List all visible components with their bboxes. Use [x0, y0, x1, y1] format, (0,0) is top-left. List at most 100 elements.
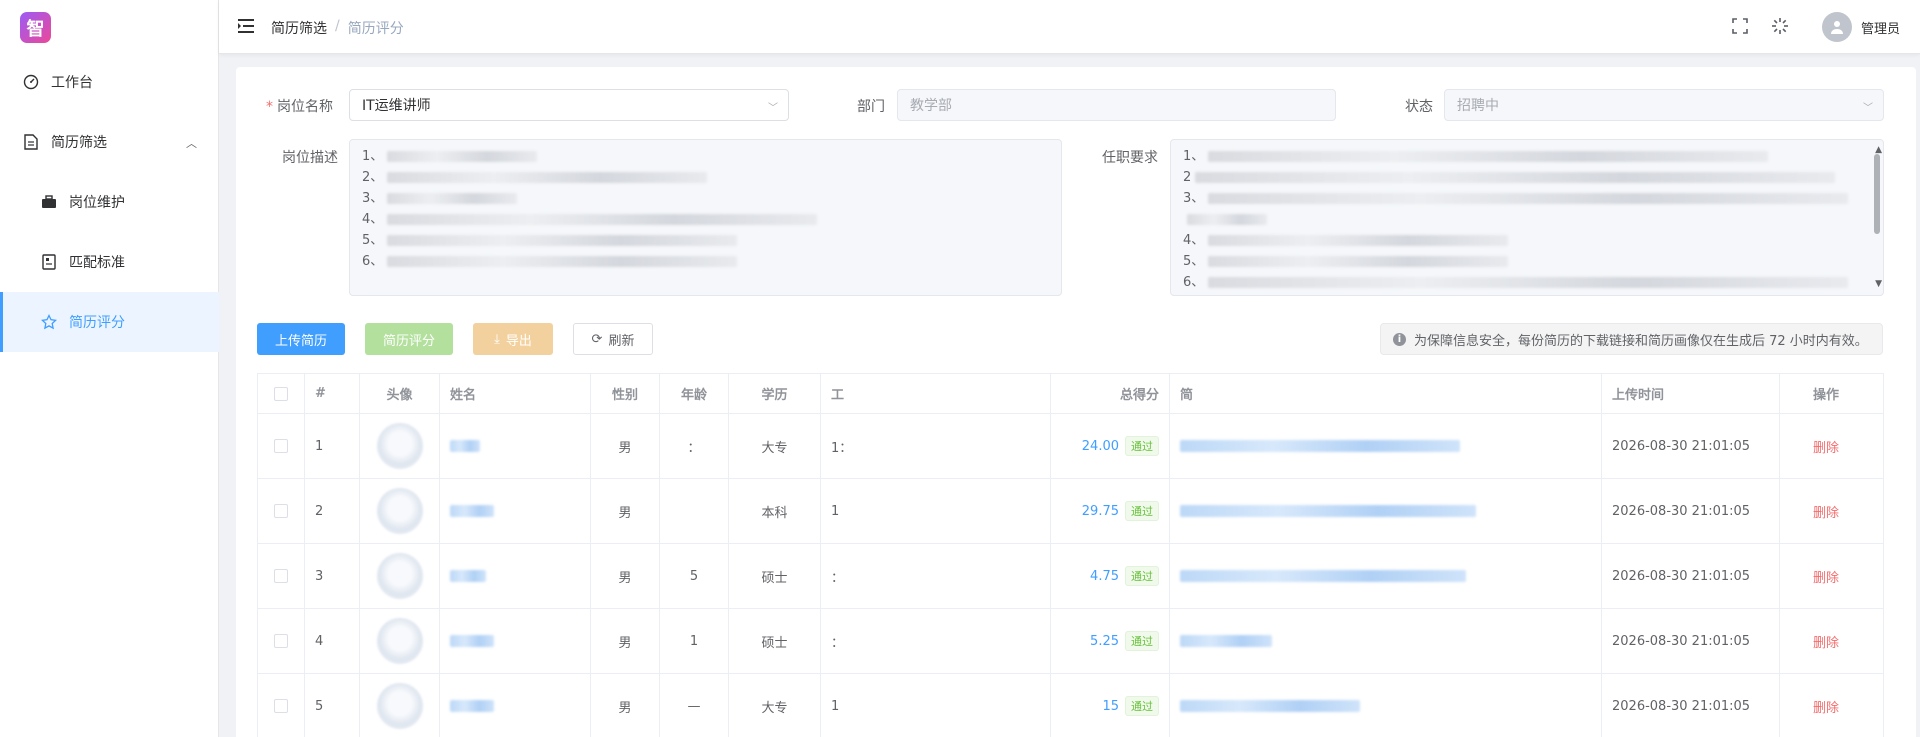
- resume-link[interactable]: [1170, 544, 1602, 608]
- row-index: 3: [305, 544, 360, 608]
- resume-link[interactable]: [1170, 609, 1602, 673]
- checklist-icon: [40, 253, 58, 271]
- loading-spinner-icon[interactable]: [1771, 17, 1791, 37]
- header-comment: 简: [1170, 374, 1602, 413]
- upload-time: 2026-08-30 21:01:05: [1602, 674, 1780, 737]
- row-checkbox[interactable]: [258, 609, 305, 673]
- avatar[interactable]: [360, 544, 440, 608]
- chevron-down-icon: ﹀: [1863, 103, 1873, 114]
- resume-table: # 头像 姓名 性别 年龄 学历 工 总得分 简 上传时间 操作 1 男 ： 大…: [257, 373, 1884, 737]
- candidate-name[interactable]: [440, 544, 591, 608]
- table-row: 3 男 5 硕士 ： 4.75 通过 2026-08-30 21:01:05 删除: [258, 544, 1883, 609]
- user-name[interactable]: 管理员: [1861, 18, 1900, 37]
- status-badge: 通过: [1125, 501, 1159, 521]
- status-badge: 通过: [1125, 631, 1159, 651]
- avatar[interactable]: [360, 414, 440, 478]
- row-index: 5: [305, 674, 360, 737]
- work-years: ：: [821, 544, 1051, 608]
- position-select-value: IT运维讲师: [362, 98, 431, 114]
- header-age: 年龄: [660, 374, 729, 413]
- breadcrumb-current: 简历评分: [347, 21, 404, 37]
- refresh-icon: ⟳: [591, 331, 603, 347]
- breadcrumb: 简历筛选 / 简历评分: [271, 18, 404, 38]
- menu-toggle-icon[interactable]: [237, 17, 255, 35]
- sidebar-item-label: 岗位维护: [69, 195, 125, 211]
- breadcrumb-separator: /: [335, 18, 340, 34]
- gender: 男: [591, 414, 660, 478]
- candidate-name[interactable]: [440, 479, 591, 543]
- position-label: * 岗位名称: [266, 99, 333, 115]
- row-checkbox[interactable]: [258, 674, 305, 737]
- scrollbar[interactable]: [1874, 154, 1880, 234]
- sidebar-item-workbench[interactable]: 工作台: [0, 52, 219, 112]
- export-button: ⤓ 导出: [473, 323, 553, 355]
- fullscreen-icon[interactable]: [1731, 17, 1751, 37]
- requirements-textarea[interactable]: 1、 2 3、 4、 5、 6、 ▲ ▼: [1170, 139, 1884, 296]
- upload-resume-label: 上传简历: [274, 333, 327, 349]
- sidebar-item-resume-screening[interactable]: 简历筛选 ︿: [0, 112, 219, 172]
- row-index: 4: [305, 609, 360, 673]
- candidate-name[interactable]: [440, 674, 591, 737]
- resume-link[interactable]: [1170, 674, 1602, 737]
- row-checkbox[interactable]: [258, 544, 305, 608]
- top-header: 简历筛选 / 简历评分 管理员: [219, 0, 1920, 54]
- work-years: 1: [821, 674, 1051, 737]
- upload-time: 2026-08-30 21:01:05: [1602, 609, 1780, 673]
- row-checkbox[interactable]: [258, 479, 305, 543]
- refresh-button[interactable]: ⟳ 刷新: [573, 323, 653, 355]
- upload-resume-button[interactable]: 上传简历: [257, 323, 345, 355]
- avatar[interactable]: [360, 674, 440, 737]
- sidebar: 智 工作台 简历筛选 ︿ 岗位维护 匹配标准 简历评分: [0, 0, 219, 737]
- app-logo[interactable]: 智: [20, 12, 51, 43]
- export-label: 导出: [505, 333, 532, 349]
- header-upload-time[interactable]: 上传时间: [1602, 374, 1780, 413]
- security-notice: i 为保障信息安全，每份简历的下载链接和简历画像仅在生成后 72 小时内有效。: [1380, 323, 1883, 355]
- user-avatar[interactable]: [1822, 12, 1852, 42]
- table-row: 5 男 — 大专 1 15 通过 2026-08-30 21:01:05 删除: [258, 674, 1883, 737]
- delete-button[interactable]: 删除: [1780, 414, 1872, 478]
- resume-link[interactable]: [1170, 414, 1602, 478]
- req-line: 4、: [1183, 230, 1871, 251]
- resume-link[interactable]: [1170, 479, 1602, 543]
- sidebar-item-position-maintenance[interactable]: 岗位维护: [0, 172, 219, 232]
- gender: 男: [591, 674, 660, 737]
- req-line: 3、: [1183, 188, 1871, 209]
- candidate-name[interactable]: [440, 609, 591, 673]
- breadcrumb-item[interactable]: 简历筛选: [271, 18, 327, 38]
- avatar[interactable]: [360, 609, 440, 673]
- position-select[interactable]: IT运维讲师 ﹀: [349, 89, 789, 121]
- header-operation: 操作: [1812, 388, 1839, 403]
- gender: 男: [591, 609, 660, 673]
- delete-button[interactable]: 删除: [1780, 479, 1872, 543]
- work-years: ：: [821, 609, 1051, 673]
- scroll-down-icon[interactable]: ▼: [1875, 274, 1882, 295]
- delete-button[interactable]: 删除: [1780, 674, 1872, 737]
- delete-button[interactable]: 删除: [1780, 609, 1872, 673]
- row-index: 1: [305, 414, 360, 478]
- table-row: 2 男 本科 1 29.75 通过 2026-08-30 21:01:05 删除: [258, 479, 1883, 544]
- chevron-down-icon: ﹀: [768, 103, 778, 114]
- candidate-name[interactable]: [440, 414, 591, 478]
- refresh-label: 刷新: [608, 333, 635, 349]
- avatar[interactable]: [360, 479, 440, 543]
- total-score: 5.25 通过: [1051, 609, 1170, 673]
- delete-button[interactable]: 删除: [1780, 544, 1872, 608]
- dashboard-icon: [22, 73, 40, 91]
- table-row: 1 男 ： 大专 1： 24.00 通过 2026-08-30 21:01:05 …: [258, 414, 1883, 479]
- header-index: #: [305, 374, 360, 413]
- sidebar-item-label: 工作台: [51, 75, 93, 91]
- desc-label: 岗位描述: [282, 150, 338, 166]
- status-badge: 通过: [1125, 436, 1159, 456]
- sidebar-item-match-criteria[interactable]: 匹配标准: [0, 232, 219, 292]
- desc-line: 6、: [362, 251, 1049, 272]
- req-line: 5、: [1183, 251, 1871, 272]
- sidebar-item-label: 简历评分: [69, 315, 125, 331]
- row-checkbox[interactable]: [258, 414, 305, 478]
- upload-time: 2026-08-30 21:01:05: [1602, 479, 1780, 543]
- select-all-checkbox[interactable]: [258, 374, 305, 413]
- gender: 男: [591, 544, 660, 608]
- sidebar-item-resume-scoring[interactable]: 简历评分: [0, 292, 219, 352]
- status-badge: 通过: [1125, 696, 1159, 716]
- header-score[interactable]: 总得分: [1051, 374, 1170, 413]
- header-education: 学历: [729, 374, 821, 413]
